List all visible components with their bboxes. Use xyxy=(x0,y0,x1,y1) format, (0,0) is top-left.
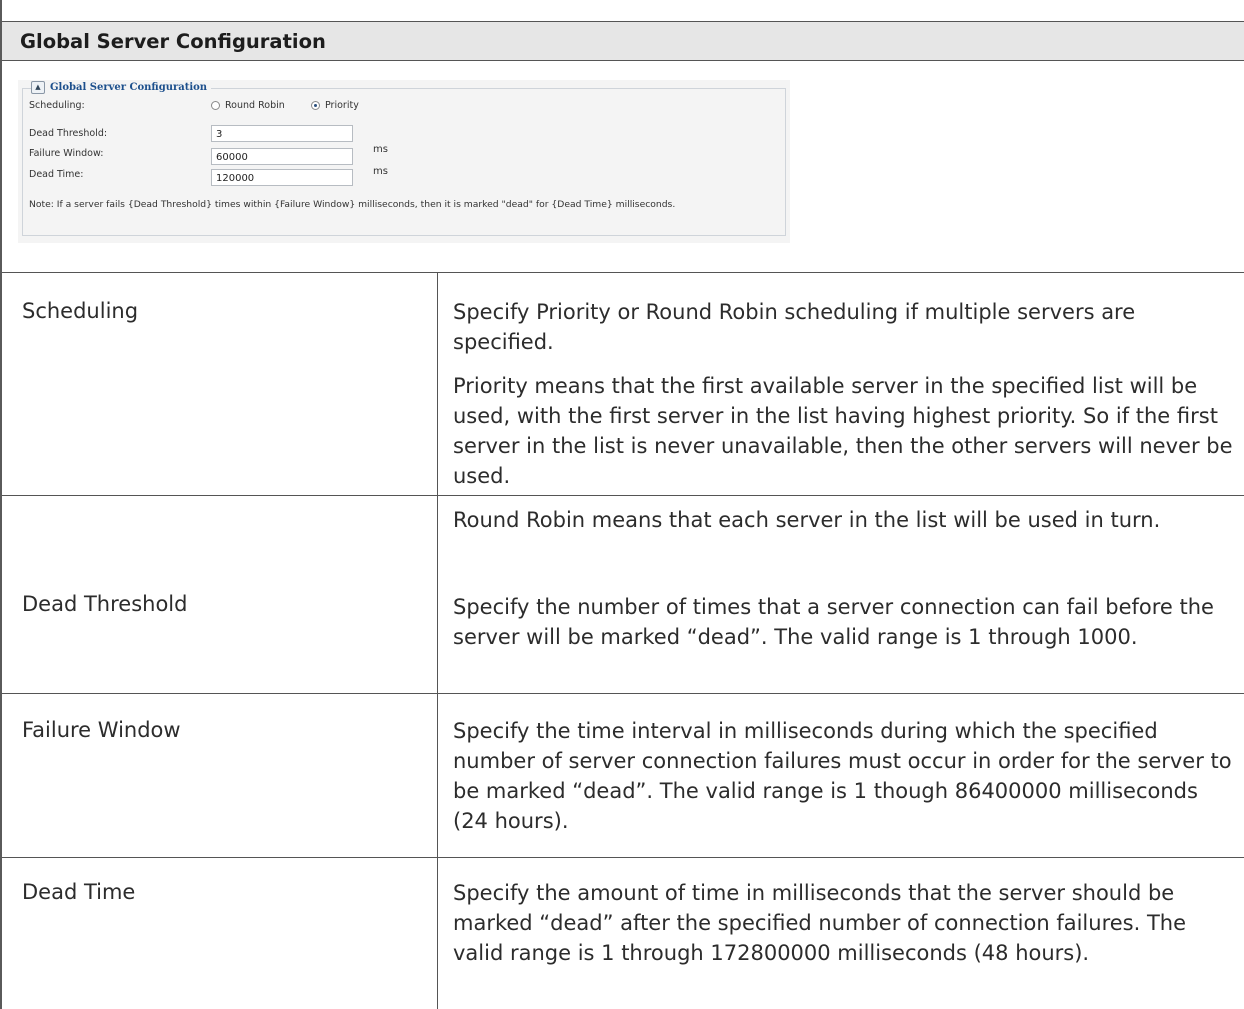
desc-dead-time: Specify the amount of time in millisecon… xyxy=(453,878,1233,968)
collapse-icon[interactable]: ▲ xyxy=(31,81,45,94)
desc-failure-window: Specify the time interval in millisecond… xyxy=(453,716,1233,836)
scheduling-label: Scheduling: xyxy=(29,100,85,111)
config-note: Note: If a server fails {Dead Threshold}… xyxy=(29,199,676,210)
dead-time-unit: ms xyxy=(373,166,388,177)
desc-dead-threshold: Specify the number of times that a serve… xyxy=(453,592,1233,652)
config-table: Global Server Configuration ▲ Global Ser… xyxy=(0,0,1244,1009)
radio-unchecked-icon xyxy=(211,101,220,110)
dead-time-input[interactable]: 120000 xyxy=(211,169,353,186)
radio-priority[interactable]: Priority xyxy=(311,100,359,111)
failure-window-input[interactable]: 60000 xyxy=(211,148,353,165)
table-row-failure-window: Failure Window Specify the time interval… xyxy=(2,694,1244,858)
desc-paragraph: Specify the time interval in millisecond… xyxy=(453,719,1232,833)
table-title-row: Global Server Configuration xyxy=(2,21,1244,61)
global-server-fieldset: ▲ Global Server Configuration Scheduling… xyxy=(22,81,786,236)
desc-paragraph: Specify the amount of time in millisecon… xyxy=(453,881,1187,965)
dead-time-label: Dead Time: xyxy=(29,169,84,180)
radio-priority-label: Priority xyxy=(325,100,359,111)
fieldset-legend: ▲ Global Server Configuration xyxy=(31,81,212,94)
fieldset-legend-text: Global Server Configuration xyxy=(50,82,208,93)
desc-paragraph: Specify the number of times that a serve… xyxy=(453,595,1214,649)
failure-window-label: Failure Window: xyxy=(29,148,104,159)
radio-round-robin-label: Round Robin xyxy=(225,100,285,111)
term-dead-time: Dead Time xyxy=(22,880,136,904)
term-failure-window: Failure Window xyxy=(22,718,181,742)
desc-paragraph: Specify Priority or Round Robin scheduli… xyxy=(453,300,1136,354)
dead-threshold-label: Dead Threshold: xyxy=(29,128,108,139)
failure-window-unit: ms xyxy=(373,144,388,155)
embedded-screenshot: ▲ Global Server Configuration Scheduling… xyxy=(18,80,790,243)
radio-round-robin[interactable]: Round Robin xyxy=(211,100,285,111)
term-scheduling: Scheduling xyxy=(22,299,139,323)
table-row-scheduling: Scheduling Specify Priority or Round Rob… xyxy=(2,273,1244,532)
radio-checked-icon xyxy=(311,101,320,110)
table-title: Global Server Configuration xyxy=(20,30,326,53)
desc-paragraph: Priority means that the first available … xyxy=(453,374,1233,488)
screenshot-row: ▲ Global Server Configuration Scheduling… xyxy=(2,61,1244,273)
term-dead-threshold: Dead Threshold xyxy=(22,592,188,616)
table-row-dead-threshold: Dead Threshold Specify the number of tim… xyxy=(2,496,1244,694)
dead-threshold-input[interactable]: 3 xyxy=(211,125,353,142)
table-row-dead-time: Dead Time Specify the amount of time in … xyxy=(2,858,1244,1009)
